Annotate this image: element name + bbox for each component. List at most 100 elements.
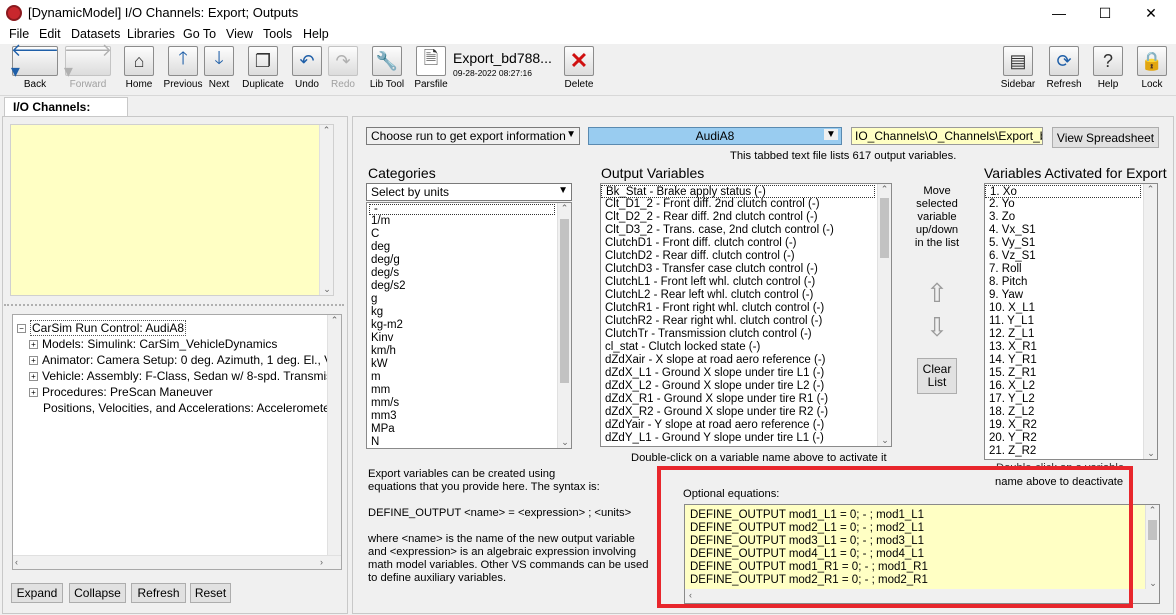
sidebar-button[interactable]: ▤ Sidebar: [998, 46, 1038, 94]
home-button[interactable]: ⌂ Home: [123, 46, 155, 94]
activated-variable-item[interactable]: 20. Y_R2: [985, 432, 1157, 445]
splitter[interactable]: [4, 304, 344, 306]
category-item[interactable]: deg/g: [367, 254, 571, 267]
move-up-arrow-icon[interactable]: ⇧: [924, 280, 950, 308]
activated-scrollbar[interactable]: ⌃ ⌄: [1143, 184, 1157, 459]
output-variable-item[interactable]: ClutchTr - Transmission clutch control (…: [601, 328, 891, 341]
activated-variable-item[interactable]: 10. X_L1: [985, 302, 1157, 315]
categories-select[interactable]: Select by units ▼: [366, 183, 572, 201]
category-item[interactable]: -: [369, 203, 555, 215]
output-variable-item[interactable]: cl_stat - Clutch locked state (-): [601, 341, 891, 354]
previous-button[interactable]: 🡑 Previous: [164, 46, 202, 94]
activated-variable-item[interactable]: 14. Y_R1: [985, 354, 1157, 367]
menu-edit[interactable]: Edit: [39, 27, 61, 41]
tree-item-animator[interactable]: + Animator: Camera Setup: 0 deg. Azimuth,…: [17, 353, 338, 369]
categories-scrollbar[interactable]: ⌃ ⌄: [557, 203, 571, 448]
scroll-thumb[interactable]: [880, 198, 889, 258]
tree-item-run-control[interactable]: − CarSim Run Control: AudiA8: [17, 320, 335, 337]
back-button[interactable]: 🡐 ▾ Back: [10, 40, 60, 94]
collapse-icon[interactable]: −: [17, 324, 26, 333]
tree-item-procedures[interactable]: + Procedures: PreScan Maneuver: [17, 385, 335, 401]
menu-help[interactable]: Help: [303, 27, 329, 41]
category-item[interactable]: kg: [367, 306, 571, 319]
refresh-tree-button[interactable]: Refresh: [131, 583, 186, 603]
output-variable-item[interactable]: ClutchR1 - Front right whl. clutch contr…: [601, 302, 891, 315]
redo-button[interactable]: ↷ Redo: [327, 46, 359, 94]
output-variable-item[interactable]: dZdY_L1 - Ground Y slope under tire L1 (…: [601, 432, 891, 445]
parsfile-button[interactable]: 🗎 Parsfile: [414, 46, 448, 94]
delete-button[interactable]: ✕ Delete: [562, 46, 596, 94]
output-variable-item[interactable]: dZdXair - X slope at road aero reference…: [601, 354, 891, 367]
activated-variable-item[interactable]: 11. Y_L1: [985, 315, 1157, 328]
categories-list[interactable]: -1/m Cdeg deg/g deg/s deg/s2 g kg kg-m2 Kinv km/h…: [366, 202, 572, 449]
activated-variable-item[interactable]: 16. X_L2: [985, 380, 1157, 393]
notes-box[interactable]: ⌃ ⌄: [10, 124, 334, 296]
output-variable-item[interactable]: ClutchL2 - Rear left whl. clutch control…: [601, 289, 891, 302]
tree-item-models[interactable]: + Models: Simulink: CarSim_VehicleDynamic…: [17, 337, 335, 353]
refresh-toolbar-button[interactable]: ⟳ Refresh: [1044, 46, 1084, 94]
tab-io-channels-export[interactable]: I/O Channels: Export: [4, 97, 128, 128]
activated-variable-item[interactable]: 17. Y_L2: [985, 393, 1157, 406]
outputs-scrollbar[interactable]: ⌃ ⌄: [877, 184, 891, 446]
scroll-thumb[interactable]: [560, 219, 569, 383]
activated-variable-item[interactable]: 19. X_R2: [985, 419, 1157, 432]
activated-variable-item[interactable]: 5. Vy_S1: [985, 237, 1157, 250]
forward-button[interactable]: 🡒 ▾ Forward: [63, 40, 113, 94]
output-variable-item[interactable]: Clt_D2_2 - Rear diff. 2nd clutch control…: [601, 211, 891, 224]
category-item[interactable]: kW: [367, 358, 571, 371]
output-variable-item[interactable]: dZdX_L1 - Ground X slope under tire L1 (…: [601, 367, 891, 380]
output-variable-item[interactable]: dZdYair - Y slope at road aero reference…: [601, 419, 891, 432]
minimize-button[interactable]: —: [1036, 0, 1082, 26]
run-tree[interactable]: − CarSim Run Control: AudiA8 + Models: Sim…: [12, 314, 342, 570]
category-item[interactable]: N: [367, 436, 571, 448]
output-variable-item[interactable]: ClutchR2 - Rear right whl. clutch contro…: [601, 315, 891, 328]
menu-datasets[interactable]: Datasets: [71, 27, 120, 41]
activated-variable-item[interactable]: 7. Roll: [985, 263, 1157, 276]
activated-variable-item[interactable]: 1. Xo: [985, 185, 1141, 198]
output-variables-list[interactable]: Bk_Stat - Brake apply status (-) Clt_D1_2…: [600, 183, 892, 447]
clear-list-button[interactable]: Clear List: [917, 358, 957, 394]
category-item[interactable]: mm: [367, 384, 571, 397]
maximize-button[interactable]: ☐: [1082, 0, 1128, 26]
expand-button[interactable]: Expand: [11, 583, 63, 603]
output-variable-item[interactable]: ClutchD2 - Rear diff. clutch control (-): [601, 250, 891, 263]
expand-icon[interactable]: +: [29, 372, 38, 381]
menu-view[interactable]: View: [226, 27, 253, 41]
category-item[interactable]: mm3: [367, 410, 571, 423]
output-variable-item[interactable]: dZdX_R1 - Ground X slope under tire R1 (…: [601, 393, 891, 406]
scroll-thumb[interactable]: [1148, 520, 1157, 540]
move-down-arrow-icon[interactable]: ⇩: [924, 314, 950, 342]
activated-variable-item[interactable]: 18. Z_L2: [985, 406, 1157, 419]
output-variable-item[interactable]: ClutchD1 - Front diff. clutch control (-…: [601, 237, 891, 250]
expand-icon[interactable]: +: [29, 340, 38, 349]
output-variable-item[interactable]: Clt_D3_2 - Trans. case, 2nd clutch contr…: [601, 224, 891, 237]
category-item[interactable]: m: [367, 371, 571, 384]
menu-libraries[interactable]: Libraries: [127, 27, 175, 41]
category-item[interactable]: Kinv: [367, 332, 571, 345]
lock-button[interactable]: 🔒 Lock: [1136, 46, 1168, 94]
tree-item-vehicle[interactable]: + Vehicle: Assembly: F-Class, Sedan w/ 8-…: [17, 369, 341, 385]
expand-icon[interactable]: +: [29, 356, 38, 365]
next-button[interactable]: 🡓 Next: [203, 46, 235, 94]
export-file-path[interactable]: IO_Channels\O_Channels\Export_bd: [851, 127, 1043, 145]
menu-tools[interactable]: Tools: [263, 27, 292, 41]
duplicate-button[interactable]: ❐ Duplicate: [240, 46, 286, 94]
activated-variable-item[interactable]: 2. Yo: [985, 198, 1157, 211]
category-item[interactable]: mm/s: [367, 397, 571, 410]
lib-tool-button[interactable]: 🔧 Lib Tool: [368, 46, 406, 94]
menu-go-to[interactable]: Go To: [183, 27, 216, 41]
view-spreadsheet-button[interactable]: View Spreadsheet: [1052, 127, 1159, 148]
activated-variable-item[interactable]: 6. Vz_S1: [985, 250, 1157, 263]
activated-variable-item[interactable]: 15. Z_R1: [985, 367, 1157, 380]
output-variable-item[interactable]: Clt_D1_2 - Front diff. 2nd clutch contro…: [601, 198, 891, 211]
tree-vscrollbar[interactable]: ⌃: [327, 315, 341, 555]
category-item[interactable]: g: [367, 293, 571, 306]
activated-variable-item[interactable]: 13. X_R1: [985, 341, 1157, 354]
output-variable-item[interactable]: ClutchD3 - Transfer case clutch control …: [601, 263, 891, 276]
help-button[interactable]: ? Help: [1092, 46, 1124, 94]
activated-variable-item[interactable]: 12. Z_L1: [985, 328, 1157, 341]
close-button[interactable]: ✕: [1128, 0, 1174, 26]
output-variable-item[interactable]: dZdX_R2 - Ground X slope under tire R2 (…: [601, 406, 891, 419]
category-item[interactable]: deg/s: [367, 267, 571, 280]
run-select[interactable]: Choose run to get export information ▼: [366, 127, 580, 145]
